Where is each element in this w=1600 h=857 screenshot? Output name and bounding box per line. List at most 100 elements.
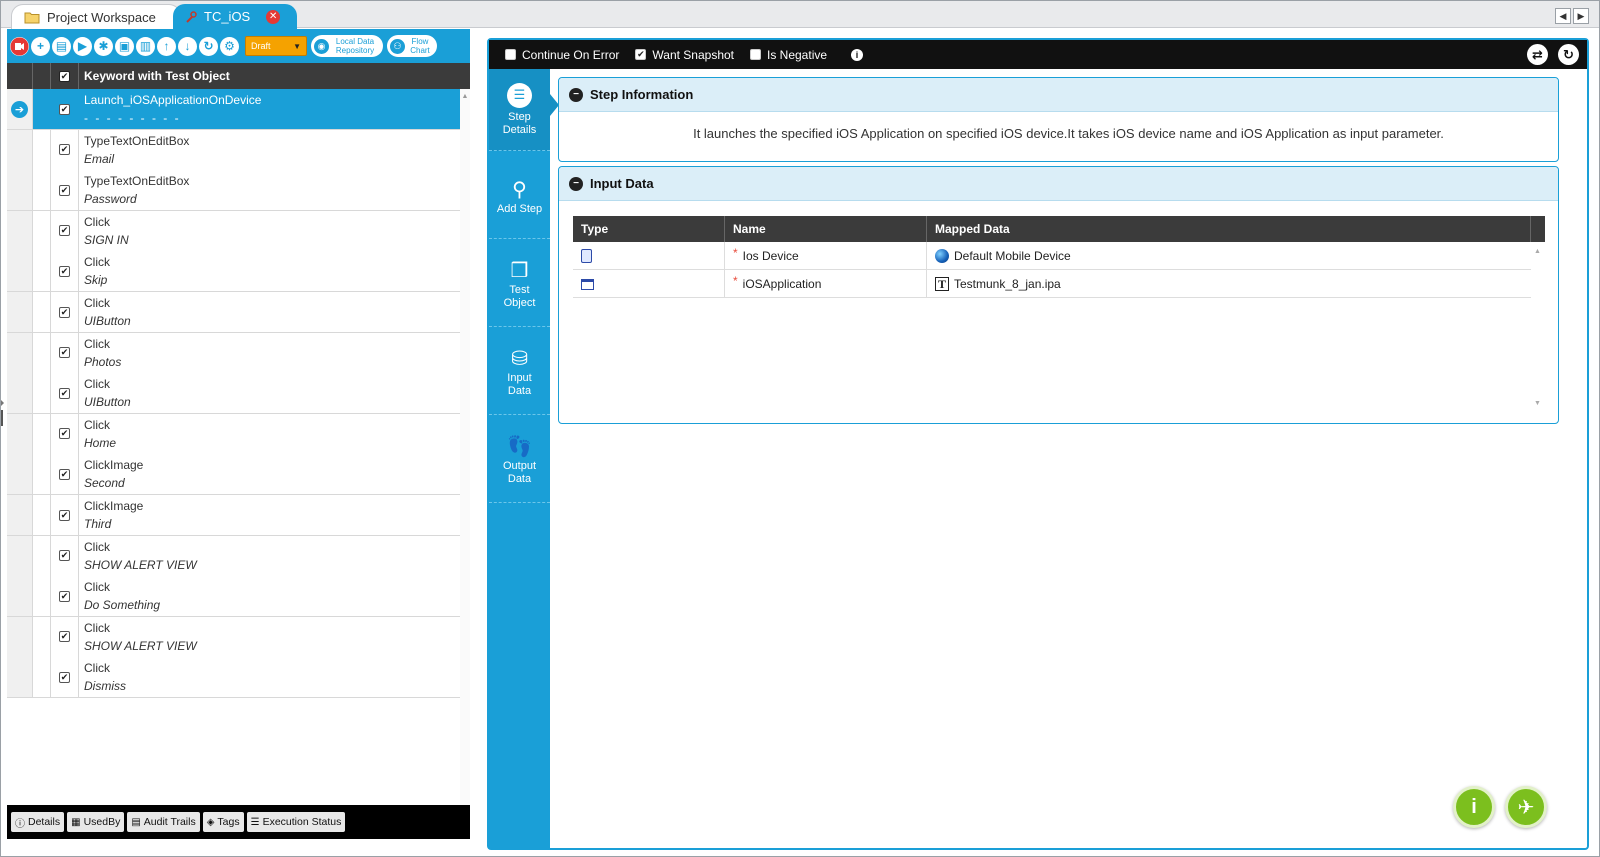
steps-scrollbar[interactable]: ▲ ▼ <box>460 89 470 825</box>
keyword-cell[interactable]: Click Skip <box>84 253 454 291</box>
row-checkbox-cell[interactable]: ✔ <box>51 495 79 535</box>
airplane-fab-button[interactable]: ✈ <box>1505 786 1547 828</box>
row-checkbox-cell[interactable]: ✔ <box>51 292 79 332</box>
table-row[interactable]: ✔ Click SHOW ALERT VIEW <box>7 616 460 658</box>
row-checkbox[interactable]: ✔ <box>59 387 70 399</box>
usedby-button[interactable]: ▦ UsedBy <box>67 812 125 832</box>
tab-step-details[interactable]: ☰ Step Details <box>489 69 550 151</box>
table-row[interactable]: ➔ ✔ Launch_iOSApplicationOnDevice - - - - -… <box>7 89 460 130</box>
keyword-cell[interactable]: Click UIButton <box>84 294 454 332</box>
keyword-cell[interactable]: TypeTextOnEditBox Password <box>84 172 454 210</box>
tab-output-data[interactable]: 👣 Output Data <box>489 421 550 503</box>
keyword-cell[interactable]: Click SHOW ALERT VIEW <box>84 619 454 657</box>
select-all-checkbox[interactable]: ✔ <box>59 70 70 82</box>
run-button[interactable]: ▶ <box>73 36 92 56</box>
info-icon[interactable]: i <box>851 48 864 61</box>
header-select-all[interactable]: ✔ <box>51 63 79 89</box>
keyword-cell[interactable]: Click UIButton <box>84 375 454 413</box>
table-icon[interactable]: ▤ <box>52 36 71 56</box>
table-row[interactable]: ✔ Click Dismiss <box>7 657 460 699</box>
table-row[interactable]: ✔ ClickImage Third <box>7 495 460 536</box>
row-checkbox[interactable]: ✔ <box>59 468 70 480</box>
add-step-button[interactable]: + <box>31 36 50 56</box>
delete-button[interactable]: ▥ <box>136 36 155 56</box>
table-row[interactable]: * iOSApplication T Testmunk_8_jan.ipa <box>573 270 1531 298</box>
table-row[interactable]: ✔ Click SHOW ALERT VIEW <box>7 535 460 577</box>
col-mapped-data[interactable]: Mapped Data <box>927 216 1531 242</box>
is-negative-checkbox[interactable] <box>750 49 761 60</box>
row-checkbox[interactable]: ✔ <box>59 428 70 440</box>
swap-icon[interactable]: ⇄ <box>1527 44 1548 65</box>
row-checkbox[interactable]: ✔ <box>59 103 70 115</box>
row-checkbox-cell[interactable]: ✔ <box>51 210 79 251</box>
settings-gear-icon[interactable]: ⚙ <box>220 36 239 56</box>
move-up-button[interactable]: ↑ <box>157 36 176 56</box>
keyword-cell[interactable]: TypeTextOnEditBox Email <box>84 132 454 170</box>
chevron-right-icon[interactable]: ▶ <box>1573 8 1589 24</box>
keyword-cell[interactable]: ClickImage Third <box>84 497 454 535</box>
refresh-icon[interactable]: ↻ <box>1558 44 1579 65</box>
is-negative-option[interactable]: Is Negative <box>750 48 827 62</box>
continue-on-error-option[interactable]: Continue On Error <box>505 48 619 62</box>
execution-status-button[interactable]: ☰ Execution Status <box>246 812 346 832</box>
mapped-cell[interactable]: T Testmunk_8_jan.ipa <box>927 270 1531 298</box>
tab-add-step[interactable]: ⚲ Add Step <box>489 157 550 239</box>
table-row[interactable]: ✔ Click Skip <box>7 251 460 293</box>
row-checkbox[interactable]: ✔ <box>59 225 70 237</box>
row-checkbox-cell[interactable]: ✔ <box>51 454 79 495</box>
table-row[interactable]: ✔ TypeTextOnEditBox Password <box>7 170 460 212</box>
row-checkbox-cell[interactable]: ✔ <box>51 170 79 211</box>
save-button[interactable]: ▣ <box>115 36 134 56</box>
header-keyword[interactable]: Keyword with Test Object <box>79 63 460 89</box>
table-row[interactable]: ✔ Click Home <box>7 413 460 455</box>
tab-input-data[interactable]: ⛁ Input Data <box>489 333 550 415</box>
row-checkbox[interactable]: ✔ <box>59 590 70 602</box>
col-name[interactable]: Name <box>725 216 927 242</box>
row-checkbox[interactable]: ✔ <box>59 184 70 196</box>
row-checkbox[interactable]: ✔ <box>59 144 70 156</box>
input-table-scrollbar[interactable]: ▲ ▼ <box>1531 242 1545 409</box>
chevron-left-icon[interactable]: ◀ <box>1555 8 1571 24</box>
scroll-down-icon[interactable]: ▼ <box>1534 400 1541 407</box>
scroll-up-icon[interactable]: ▲ <box>1534 248 1541 255</box>
want-snapshot-option[interactable]: ✔ Want Snapshot <box>635 48 734 62</box>
mapped-cell[interactable]: Default Mobile Device <box>927 242 1531 270</box>
row-checkbox-cell[interactable]: ✔ <box>51 535 79 576</box>
keyword-cell[interactable]: Click Home <box>84 416 454 454</box>
col-type[interactable]: Type <box>573 216 725 242</box>
table-row[interactable]: ✔ Click SIGN IN <box>7 210 460 252</box>
row-checkbox[interactable]: ✔ <box>59 509 70 521</box>
keyword-cell[interactable]: Click SIGN IN <box>84 213 454 251</box>
row-checkbox-cell[interactable]: ✔ <box>51 657 79 698</box>
tab-tc-ios[interactable]: TC_iOS ✕ <box>173 4 297 29</box>
row-checkbox-cell[interactable]: ✔ <box>51 251 79 292</box>
row-checkbox-cell[interactable]: ✔ <box>51 413 79 454</box>
row-checkbox-cell[interactable]: ✔ <box>51 332 79 373</box>
details-button[interactable]: ⓘ Details <box>11 812 65 832</box>
scroll-up-icon[interactable]: ▲ <box>460 93 470 103</box>
debug-icon[interactable]: ✱ <box>94 36 113 56</box>
move-down-button[interactable]: ↓ <box>178 36 197 56</box>
collapse-icon[interactable]: − <box>569 176 583 191</box>
table-row[interactable]: ✔ TypeTextOnEditBox Email <box>7 129 460 171</box>
status-dropdown[interactable]: Draft ▼ <box>245 36 307 56</box>
collapse-icon[interactable]: − <box>569 87 583 102</box>
step-information-header[interactable]: − Step Information <box>559 78 1558 112</box>
keyword-cell[interactable]: Click Photos <box>84 335 454 373</box>
info-fab-button[interactable]: i <box>1453 786 1495 828</box>
keyword-cell[interactable]: Launch_iOSApplicationOnDevice - - - - - -… <box>84 91 454 129</box>
row-checkbox[interactable]: ✔ <box>59 347 70 359</box>
close-icon[interactable]: ✕ <box>266 9 281 24</box>
table-row[interactable]: ✔ Click Photos <box>7 332 460 374</box>
row-checkbox[interactable]: ✔ <box>59 550 70 562</box>
row-checkbox-cell[interactable]: ✔ <box>51 89 79 129</box>
table-row[interactable]: * Ios Device Default Mobile Device <box>573 242 1531 270</box>
table-row[interactable]: ✔ Click UIButton <box>7 373 460 415</box>
refresh-button[interactable]: ↻ <box>199 36 218 56</box>
pane-splitter-handle[interactable] <box>1 400 4 428</box>
local-data-repository-button[interactable]: ◉ Local Data Repository <box>311 35 383 57</box>
continue-on-error-checkbox[interactable] <box>505 49 516 60</box>
row-checkbox[interactable]: ✔ <box>59 671 70 683</box>
record-button[interactable] <box>10 36 29 56</box>
row-checkbox[interactable]: ✔ <box>59 631 70 643</box>
